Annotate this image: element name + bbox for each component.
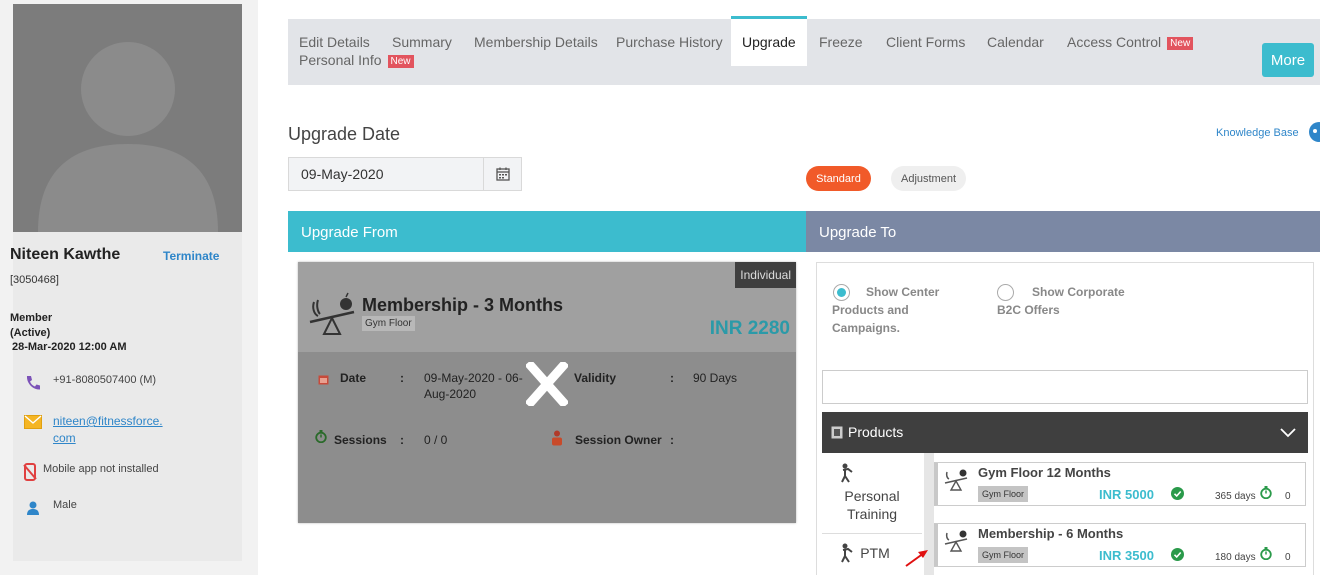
- standard-button[interactable]: Standard: [806, 166, 871, 191]
- sessions-value: 0 / 0: [424, 433, 448, 447]
- upgrade-to-header: Upgrade To: [806, 211, 1320, 252]
- product-item[interactable]: Gym Floor 12 Months Gym Floor INR 5000 3…: [934, 462, 1306, 506]
- product-sessions: 0: [1285, 552, 1291, 563]
- member-name: Niteen Kawthe: [10, 246, 121, 263]
- category-personal-training[interactable]: Personal Training: [822, 487, 922, 523]
- app-status-row: Mobile app not installed: [23, 463, 159, 481]
- member-active: (Active): [10, 327, 51, 339]
- products-label: Products: [848, 424, 904, 440]
- product-title: Gym Floor 12 Months: [978, 465, 1111, 480]
- balance-scale-apple-icon: [943, 467, 969, 500]
- member-date: 28-Mar-2020 12:00 AM: [12, 341, 127, 353]
- product-price: INR 3500: [1099, 548, 1154, 563]
- stopwatch-icon: [1260, 486, 1272, 504]
- stopwatch-icon: [315, 430, 327, 448]
- adjustment-button[interactable]: Adjustment: [891, 166, 966, 191]
- person-icon: [23, 499, 43, 517]
- tab-edit-details[interactable]: Edit Details: [299, 34, 370, 50]
- colon: :: [400, 371, 404, 385]
- tab-access-control-label: Access Control: [1067, 34, 1162, 50]
- upgrade-date-input[interactable]: [289, 158, 484, 190]
- tab-freeze[interactable]: Freeze: [819, 34, 863, 50]
- colon: :: [400, 433, 404, 447]
- validity-value: 90 Days: [693, 371, 738, 385]
- balance-scale-apple-icon: [943, 528, 969, 561]
- close-x-icon[interactable]: [524, 359, 570, 411]
- individual-badge: Individual: [735, 262, 796, 288]
- tab-bar: Edit Details Summary Membership Details …: [288, 16, 1320, 85]
- product-duration: 365 days: [1215, 491, 1256, 502]
- product-search-input[interactable]: [822, 370, 1308, 404]
- red-arrow-icon: [904, 548, 930, 573]
- date-label: Date: [340, 371, 367, 385]
- phone-row: +91-8080507400 (M): [23, 374, 156, 392]
- trainer-icon: [840, 463, 854, 488]
- current-membership-card: Individual Membership - 3 Months Gym Flo…: [298, 262, 796, 523]
- product-tag-icon: [831, 426, 843, 442]
- upgrade-date-field: [288, 157, 522, 191]
- calendar-icon[interactable]: [483, 158, 521, 190]
- tab-access-control[interactable]: Access Control New: [1067, 34, 1194, 50]
- app-status: Mobile app not installed: [43, 463, 159, 475]
- terminate-link[interactable]: Terminate: [163, 249, 219, 263]
- gender-row: Male: [23, 499, 77, 517]
- card-header: Individual Membership - 3 Months Gym Flo…: [298, 262, 796, 352]
- upgrade-date-label: Upgrade Date: [288, 124, 401, 144]
- user-silhouette-icon: [38, 42, 218, 232]
- tab-calendar[interactable]: Calendar: [987, 34, 1044, 50]
- new-badge: New: [1167, 37, 1194, 50]
- check-circle-icon: [1171, 487, 1184, 505]
- avatar: [13, 4, 242, 232]
- card-subtitle: Gym Floor: [362, 316, 415, 331]
- tab-client-forms[interactable]: Client Forms: [886, 34, 965, 50]
- colon: :: [670, 433, 674, 447]
- tab-membership-details[interactable]: Membership Details: [474, 34, 598, 50]
- product-price: INR 5000: [1099, 487, 1154, 502]
- mobile-disabled-icon: [23, 463, 37, 481]
- product-subtitle: Gym Floor: [978, 486, 1029, 502]
- tab-personal-info-label: Personal Info: [299, 52, 382, 68]
- session-owner-label: Session Owner: [575, 433, 662, 447]
- upgrade-from-header: Upgrade From: [288, 211, 806, 252]
- sessions-label: Sessions: [334, 433, 387, 447]
- show-center-label: Show Center Products and Campaigns.: [832, 285, 940, 335]
- new-badge: New: [387, 55, 414, 68]
- member-type: Member: [10, 312, 53, 324]
- chevron-down-icon[interactable]: [1280, 425, 1296, 441]
- calendar-small-icon: [318, 372, 329, 390]
- knowledge-base-link[interactable]: Knowledge Base: [1216, 127, 1299, 139]
- session-owner-icon: [551, 430, 563, 451]
- validity-label: Validity: [574, 371, 617, 385]
- product-item[interactable]: Membership - 6 Months Gym Floor INR 3500…: [934, 523, 1306, 567]
- card-title: Membership - 3 Months: [362, 295, 564, 315]
- member-id: [3050468]: [10, 274, 59, 286]
- product-subtitle: Gym Floor: [978, 547, 1029, 563]
- products-accordion[interactable]: Products: [822, 412, 1308, 453]
- divider: [822, 533, 922, 534]
- category-ptm[interactable]: PTM: [822, 544, 902, 562]
- balance-scale-apple-icon: [306, 292, 358, 349]
- phone-number: +91-8080507400 (M): [53, 374, 157, 386]
- tab-purchase-history[interactable]: Purchase History: [616, 34, 723, 50]
- show-corporate-label: Show Corporate B2C Offers: [997, 285, 1125, 317]
- phone-icon: [23, 374, 43, 392]
- member-status: Member (Active): [10, 311, 52, 341]
- envelope-icon: [23, 413, 43, 431]
- date-value: 09-May-2020 - 06-Aug-2020: [424, 371, 523, 401]
- tab-upgrade[interactable]: Upgrade: [731, 16, 807, 66]
- email-row: niteen@fitnessforce.com: [23, 413, 163, 447]
- tab-summary[interactable]: Summary: [392, 34, 452, 50]
- colon: :: [670, 371, 674, 385]
- knowledge-base-icon[interactable]: [1307, 122, 1320, 147]
- check-circle-icon: [1171, 548, 1184, 566]
- email-link[interactable]: niteen@fitnessforce.com: [53, 413, 163, 447]
- product-sessions: 0: [1285, 491, 1291, 502]
- more-button[interactable]: More: [1262, 43, 1314, 77]
- tab-personal-info[interactable]: Personal Info New: [299, 52, 414, 68]
- product-title: Membership - 6 Months: [978, 526, 1124, 541]
- card-price: INR 2280: [709, 318, 790, 339]
- gender: Male: [53, 499, 77, 511]
- product-duration: 180 days: [1215, 552, 1256, 563]
- stopwatch-icon: [1260, 547, 1272, 565]
